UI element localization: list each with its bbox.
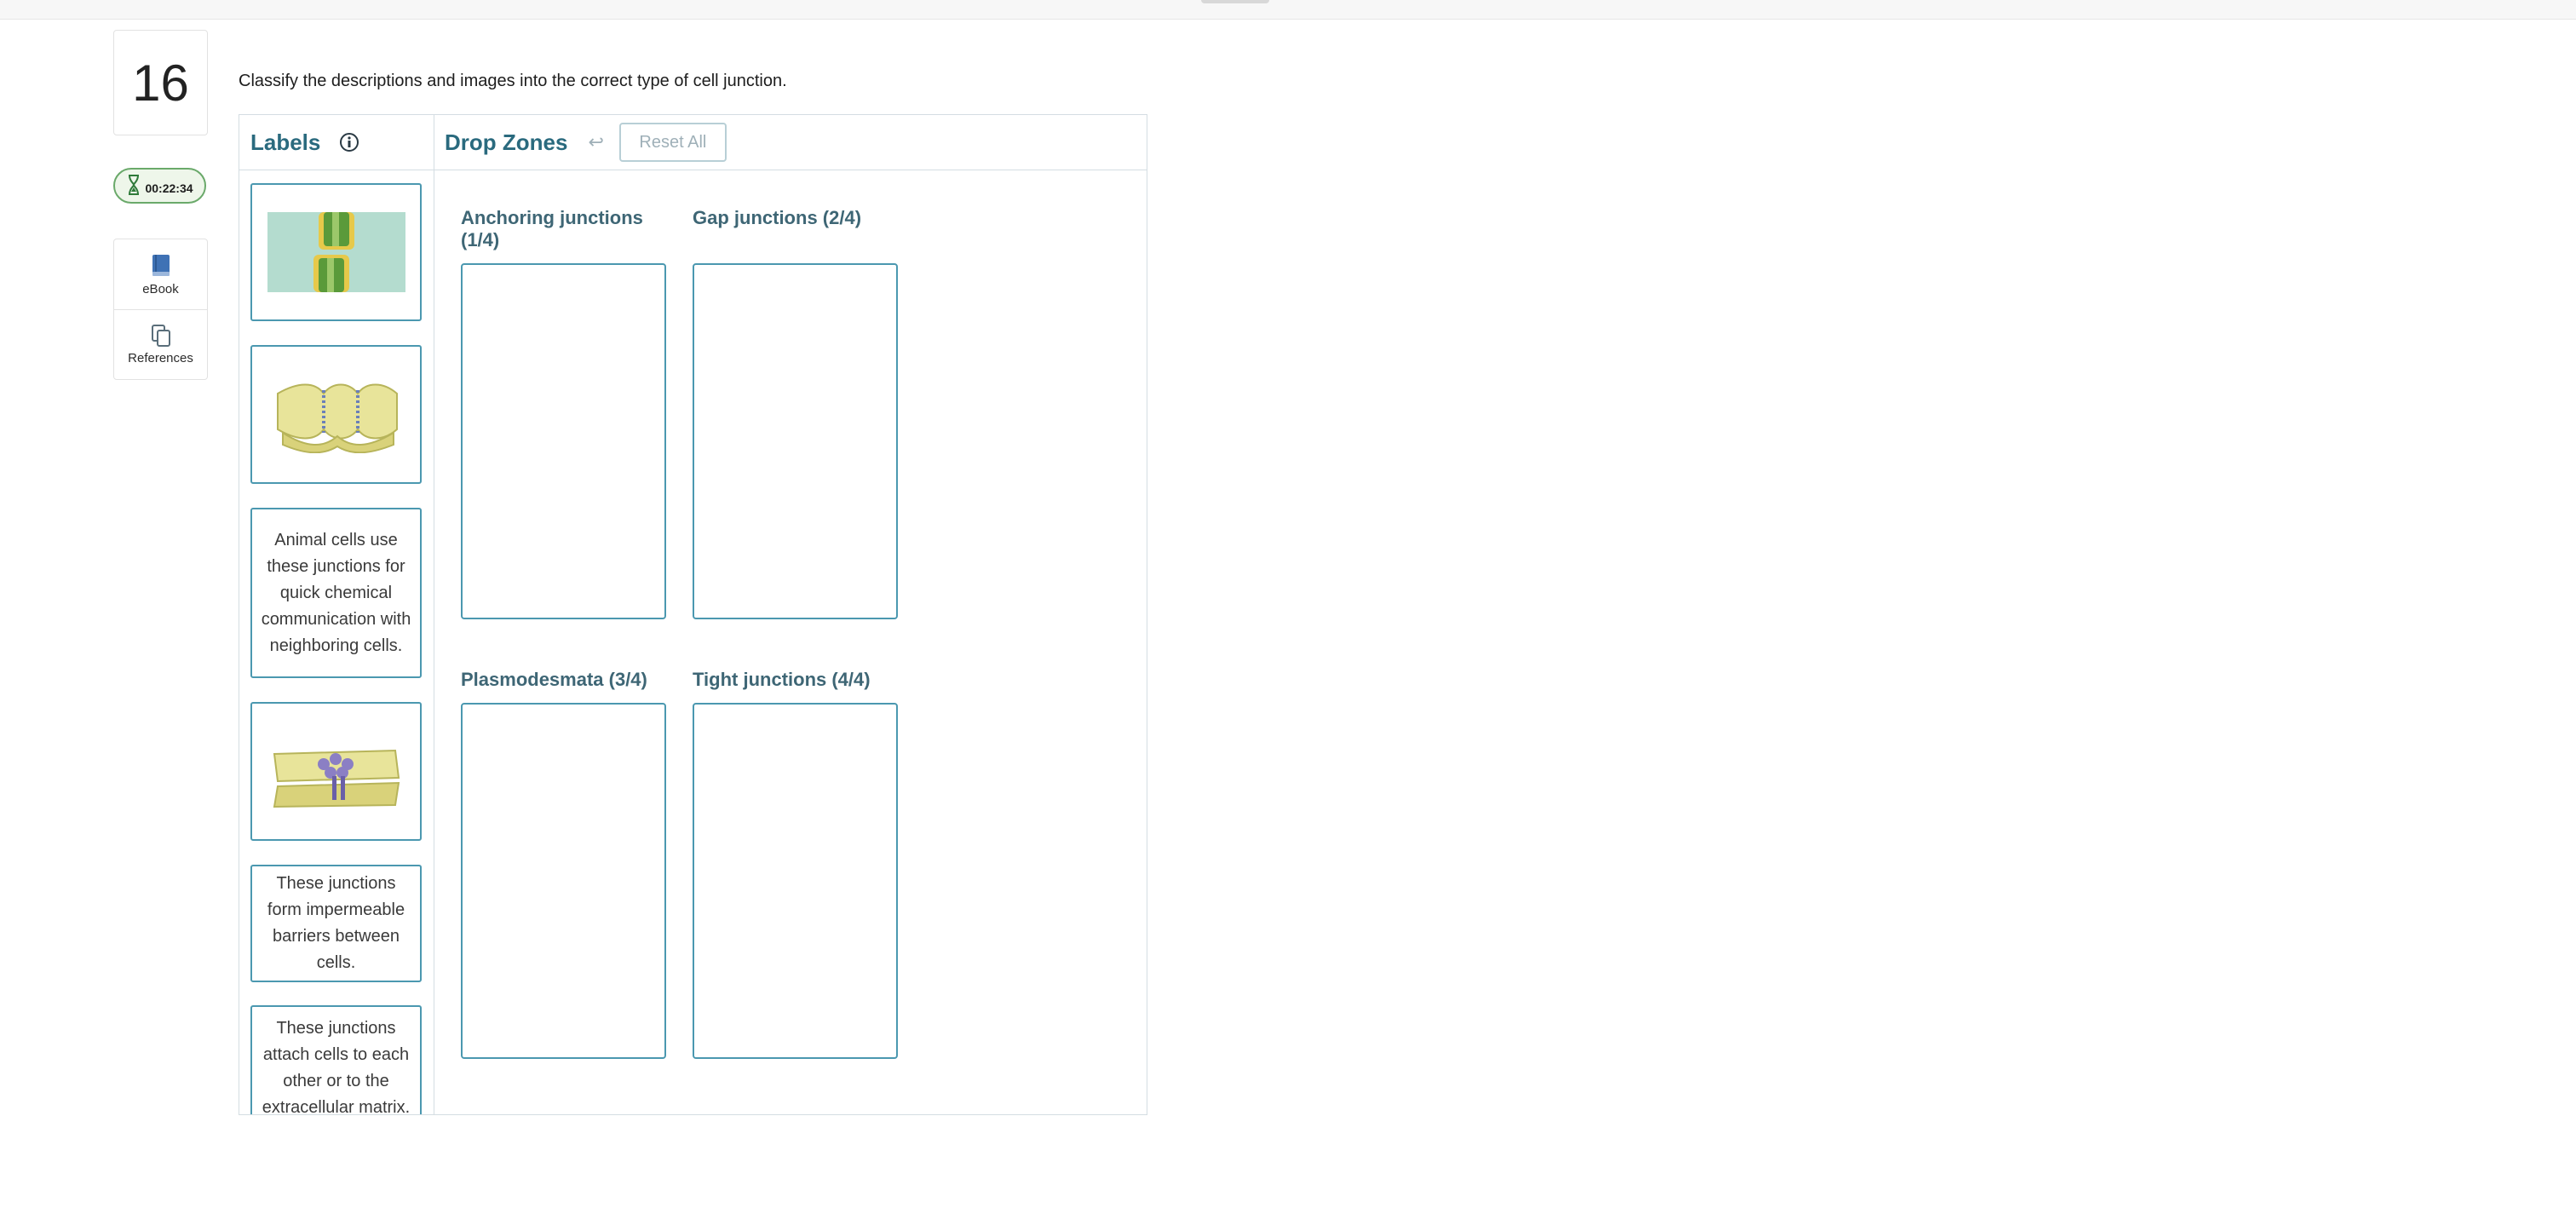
ebook-button[interactable]: eBook <box>114 239 207 310</box>
zone-title-tight: Tight junctions (4/4) <box>693 669 871 690</box>
label-card-text: These junctions form impermeable barrier… <box>267 874 405 972</box>
top-bar-handle[interactable] <box>1201 0 1269 3</box>
drop-zone-anchoring[interactable] <box>461 263 666 619</box>
drop-zone-gap[interactable] <box>693 263 898 619</box>
drop-zone-tight[interactable] <box>693 703 898 1059</box>
drop-zone-plasmodesmata[interactable] <box>461 703 666 1059</box>
labels-column: Animal cells use these junctions for qui… <box>239 115 434 1114</box>
label-card-image-2[interactable] <box>250 345 422 484</box>
zone-title-anchoring: Anchoring junctions (1/4) <box>461 207 643 250</box>
copy-icon <box>151 324 170 347</box>
label-card-text-1[interactable]: Animal cells use these junctions for qui… <box>250 508 422 678</box>
timer-badge: 00:22:34 <box>113 168 206 204</box>
drop-zones-title: Drop Zones <box>445 129 568 155</box>
book-icon <box>152 254 170 276</box>
question-prompt: Classify the descriptions and images int… <box>239 72 787 90</box>
zone-title-plasmodesmata: Plasmodesmata (3/4) <box>461 669 647 690</box>
ebook-label: eBook <box>142 281 179 296</box>
top-bar <box>0 0 2576 20</box>
label-card-image-1[interactable] <box>250 183 422 321</box>
references-button[interactable]: References <box>114 309 207 379</box>
classification-panel: Labels Animal cells use these junctions … <box>239 114 1147 1115</box>
label-card-text: These junctions attach cells to each oth… <box>262 1019 411 1114</box>
undo-icon[interactable]: ↩ <box>588 131 603 153</box>
tools-panel: eBook References <box>113 239 208 380</box>
anchoring-junction-image <box>276 383 398 453</box>
timer-text: 00:22:34 <box>145 181 193 195</box>
references-label: References <box>128 350 193 365</box>
label-card-text-2[interactable]: These junctions form impermeable barrier… <box>250 865 422 982</box>
drop-zones-header: Drop Zones ↩ Reset All <box>434 115 1147 170</box>
tight-junction-image <box>267 212 405 292</box>
zone-title-gap: Gap junctions (2/4) <box>693 207 862 228</box>
hourglass-icon <box>129 175 139 195</box>
question-number: 16 <box>113 30 208 135</box>
reset-all-button[interactable]: Reset All <box>618 123 727 162</box>
label-card-image-3[interactable] <box>250 702 422 841</box>
label-card-text-3[interactable]: These junctions attach cells to each oth… <box>250 1005 422 1114</box>
gap-junction-image <box>273 749 400 808</box>
label-card-text: Animal cells use these junctions for qui… <box>261 530 411 655</box>
